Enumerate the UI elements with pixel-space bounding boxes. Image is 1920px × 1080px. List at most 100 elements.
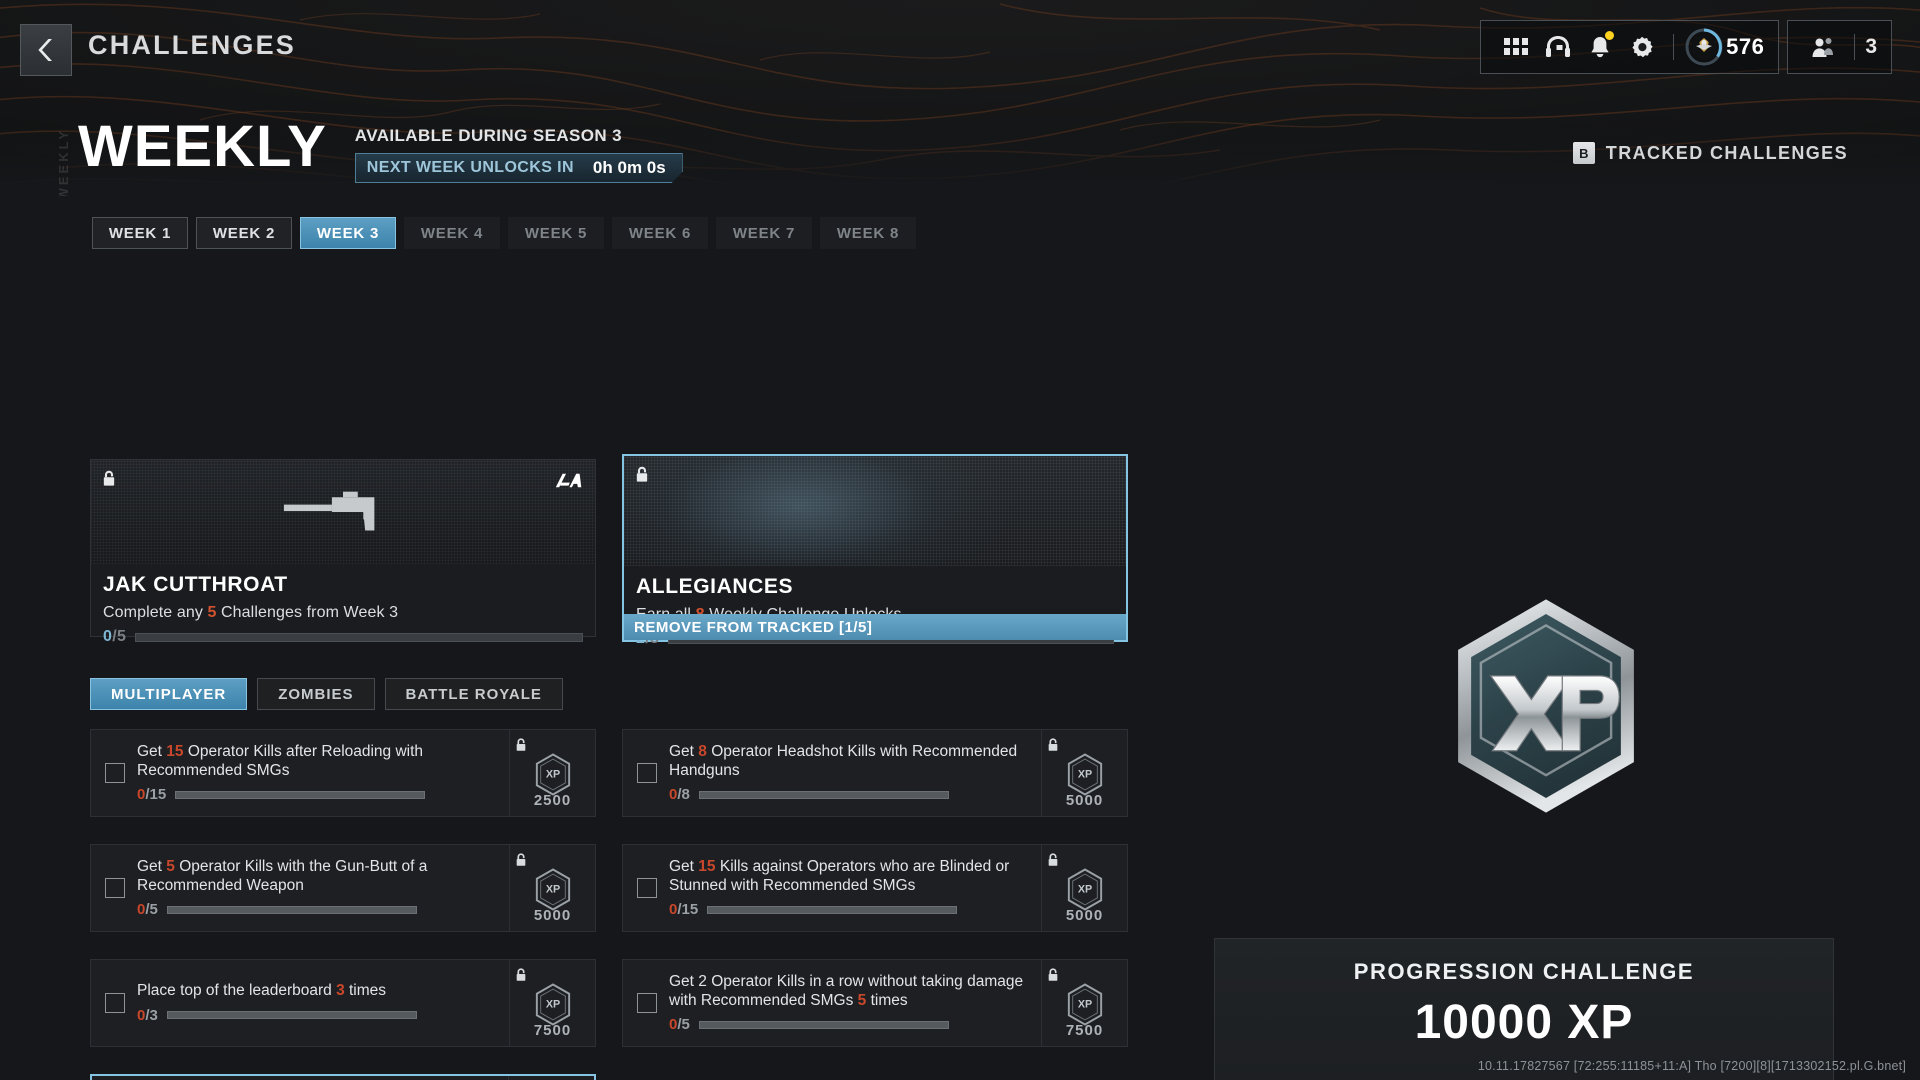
challenge-desc-post: Operator Kills with the Gun-Butt of a Re… xyxy=(137,857,428,894)
xp-reward-icon: XP xyxy=(1067,983,1102,1026)
notifications-bell-icon[interactable] xyxy=(1579,27,1621,67)
week-tab-1[interactable]: WEEK 1 xyxy=(92,217,188,249)
reward-card-art-2 xyxy=(624,456,1126,566)
keybind-b-icon: B xyxy=(1572,142,1595,164)
mode-tab-multiplayer[interactable]: MULTIPLAYER xyxy=(90,678,248,710)
section-title: WEEKLY xyxy=(78,114,327,179)
jak-brand-icon xyxy=(555,473,582,488)
lock-icon xyxy=(636,466,648,482)
ghost-watermark-text: WEEKLY xyxy=(56,128,71,196)
reward-progress-total: 5 xyxy=(116,628,127,645)
progression-title: PROGRESSION CHALLENGE xyxy=(1353,959,1695,984)
challenge-main: Place top of the leaderboard 3 times 0/3 xyxy=(137,982,509,1024)
hud-bar: 576 3 xyxy=(1480,20,1892,74)
challenge-row[interactable]: Get 5 Operator Kills with the Gun-Butt o… xyxy=(90,844,596,932)
challenge-desc-number: 3 xyxy=(336,982,345,1000)
lock-icon xyxy=(1048,738,1058,751)
lock-icon xyxy=(1048,853,1058,866)
challenge-xp-value: 2500 xyxy=(533,792,572,809)
challenge-progress-fraction: 0/5 xyxy=(137,901,158,918)
challenge-description: Get 15 Operator Kills after Reloading wi… xyxy=(137,743,501,781)
rank-emblem-button[interactable]: 576 xyxy=(1684,27,1764,67)
challenge-row[interactable]: Place top of the leaderboard 3 times 0/3 X… xyxy=(90,959,596,1047)
challenge-description: Get 5 Operator Kills with the Gun-Butt o… xyxy=(137,858,501,896)
challenge-reward: XP 7500 xyxy=(509,960,595,1046)
chevron-left-icon xyxy=(38,39,52,61)
week-tab-8[interactable]: WEEK 8 xyxy=(820,217,916,249)
challenge-row[interactable]: Get 5 Kills using Lethals on Operators w… xyxy=(90,1074,596,1080)
mode-tab-bar: MULTIPLAYER ZOMBIES BATTLE ROYALE xyxy=(90,678,563,710)
challenge-row[interactable]: Get 15 Kills against Operators who are B… xyxy=(622,844,1128,932)
challenge-reward: XP 5000 xyxy=(1041,845,1127,931)
challenge-progress-row: 0/15 xyxy=(669,901,1033,918)
week-tab-2[interactable]: WEEK 2 xyxy=(196,217,292,249)
page-header: CHALLENGES 576 3 WEEKLY WEEKLY AVAILABLE… xyxy=(0,0,1920,196)
challenge-checkbox[interactable] xyxy=(637,878,657,898)
hud-divider-squad xyxy=(1854,34,1856,60)
week-tab-6[interactable]: WEEK 6 xyxy=(612,217,708,249)
available-season-text: AVAILABLE DURING SEASON 3 xyxy=(354,126,623,145)
week-tab-3[interactable]: WEEK 3 xyxy=(300,217,396,249)
mode-tab-zombies[interactable]: ZOMBIES xyxy=(257,678,375,710)
challenge-row[interactable]: Get 8 Operator Headshot Kills with Recom… xyxy=(622,729,1128,817)
apps-grid-icon[interactable] xyxy=(1495,27,1537,67)
next-week-timer: NEXT WEEK UNLOCKS IN 0h 0m 0s xyxy=(355,153,683,183)
challenge-checkbox[interactable] xyxy=(105,763,125,783)
rank-value: 576 xyxy=(1726,34,1765,59)
challenge-desc-number: 15 xyxy=(698,857,716,875)
challenge-description: Get 8 Operator Headshot Kills with Recom… xyxy=(669,743,1033,781)
section-meta: AVAILABLE DURING SEASON 3 NEXT WEEK UNLO… xyxy=(354,120,683,183)
challenge-checkbox[interactable] xyxy=(637,763,657,783)
remove-from-tracked-button[interactable]: REMOVE FROM TRACKED [1/5] xyxy=(624,614,1126,640)
xp-reward-icon: XP xyxy=(1067,868,1102,911)
settings-gear-icon[interactable] xyxy=(1621,27,1663,67)
reward-description: Complete any 5 Challenges from Week 3 xyxy=(103,604,583,622)
week-tab-5[interactable]: WEEK 5 xyxy=(508,217,604,249)
svg-text:XP: XP xyxy=(1077,999,1091,1011)
svg-text:XP: XP xyxy=(545,884,559,896)
challenge-checkbox[interactable] xyxy=(105,878,125,898)
reward-progress-bar xyxy=(135,632,583,642)
reward-card-art xyxy=(91,460,595,564)
challenge-xp-value: 5000 xyxy=(533,907,572,924)
hud-divider xyxy=(1673,34,1675,60)
challenge-progress-fraction: 0/15 xyxy=(137,786,166,803)
notification-badge-dot xyxy=(1605,31,1615,40)
tracked-challenges-button[interactable]: B TRACKED CHALLENGES xyxy=(1572,142,1848,164)
week-tab-7[interactable]: WEEK 7 xyxy=(716,217,812,249)
challenge-progress-bar xyxy=(698,1020,949,1029)
challenge-desc-number: 5 xyxy=(857,991,867,1009)
challenge-progress-total: 15 xyxy=(149,786,167,804)
reward-name: JAK CUTTHROAT xyxy=(103,573,288,596)
xp-reward-icon: XP xyxy=(1067,753,1102,796)
challenge-list-left: Get 15 Operator Kills after Reloading wi… xyxy=(90,729,596,1080)
challenge-desc-pre: Get 2 Operator Kills in a row without ta… xyxy=(669,972,1024,1009)
svg-text:XP: XP xyxy=(545,769,559,781)
challenge-row[interactable]: Get 15 Operator Kills after Reloading wi… xyxy=(90,729,596,817)
lock-icon xyxy=(516,738,526,751)
mode-tab-battle-royale[interactable]: BATTLE ROYALE xyxy=(384,678,563,710)
challenge-description: Place top of the leaderboard 3 times xyxy=(137,982,501,1001)
challenge-description: Get 2 Operator Kills in a row without ta… xyxy=(669,973,1033,1011)
challenge-main: Get 2 Operator Kills in a row without ta… xyxy=(669,973,1041,1034)
reward-progress-current: 0 xyxy=(103,628,113,645)
reward-desc-post: Challenges from Week 3 xyxy=(216,604,399,621)
challenge-desc-post: times xyxy=(344,982,387,1000)
reward-desc-pre: Complete any xyxy=(103,604,208,621)
hud-squad-group[interactable]: 3 xyxy=(1787,20,1892,74)
challenge-checkbox[interactable] xyxy=(105,993,125,1013)
reward-name: ALLEGIANCES xyxy=(636,575,794,598)
reward-card-weapon[interactable]: JAK CUTTHROAT Complete any 5 Challenges … xyxy=(90,459,596,645)
headset-icon[interactable] xyxy=(1537,27,1579,67)
challenge-progress-bar xyxy=(698,790,949,799)
week-tab-4[interactable]: WEEK 4 xyxy=(404,217,500,249)
back-button[interactable] xyxy=(20,24,72,76)
challenge-desc-number: 15 xyxy=(166,742,184,760)
challenge-xp-value: 5000 xyxy=(1065,792,1104,809)
lock-icon xyxy=(1048,968,1058,981)
reward-card-allegiances[interactable]: ALLEGIANCES Earn all 8 Weekly Challenge … xyxy=(622,454,1128,647)
challenge-progress-total: 15 xyxy=(681,901,699,919)
challenge-row[interactable]: Get 2 Operator Kills in a row without ta… xyxy=(622,959,1128,1047)
challenge-checkbox[interactable] xyxy=(637,993,657,1013)
squad-members-icon xyxy=(1802,27,1844,67)
